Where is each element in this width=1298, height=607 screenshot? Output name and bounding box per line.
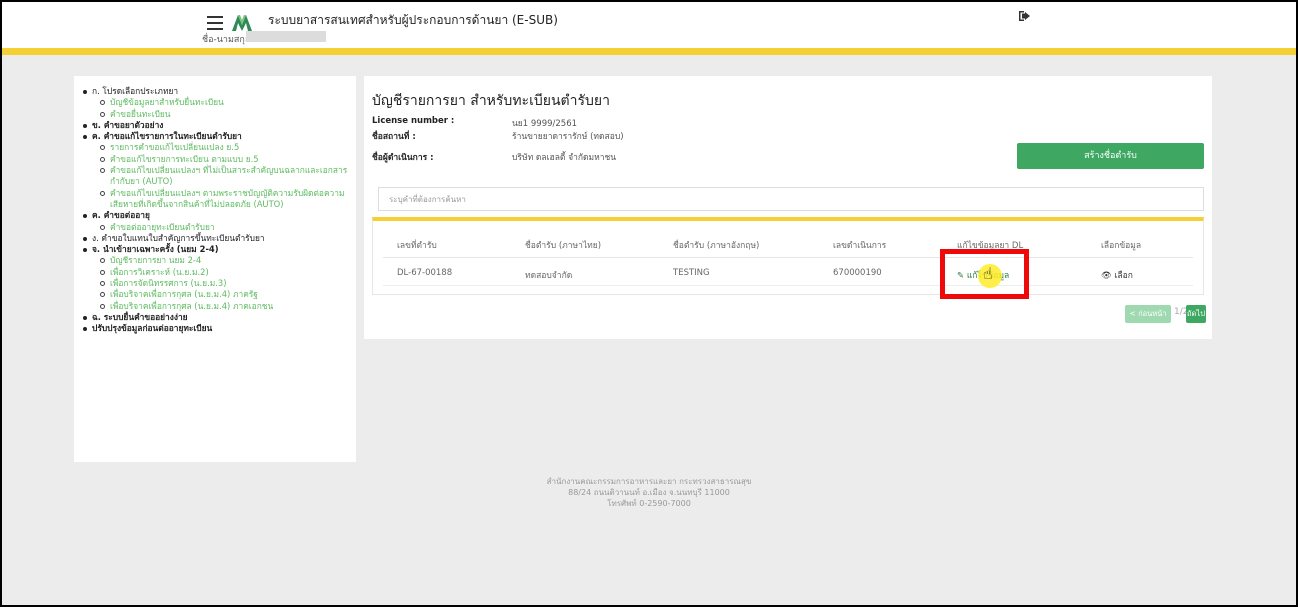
menu-toggle-icon[interactable] <box>207 16 223 30</box>
footer-address: 88/24 ถนนติวานนท์ อ.เมือง จ.นนทบุรี 1100… <box>568 488 730 497</box>
column-header-process-no: เลขดำเนินการ <box>833 241 887 251</box>
header-divider <box>383 257 1193 258</box>
operator-label: ชื่อผู้ดำเนินการ : <box>372 153 434 163</box>
sidebar-section-3: ข. คำขอยาตัวอย่าง <box>80 120 350 131</box>
recipe-table: เลขที่ตำรับ ชื่อตำรับ (ภาษาไทย) ชื่อตำรั… <box>372 217 1204 295</box>
footer: สำนักงานคณะกรรมการอาหารและยา กระทรวงสาธา… <box>2 476 1296 509</box>
user-name-redacted <box>246 31 326 42</box>
select-data-link[interactable]: 👁 เลือก <box>1101 268 1133 282</box>
place-value: ร้านขายยาดารารักษ์ (ทดสอบ) <box>512 132 624 142</box>
red-highlight-box <box>940 249 1029 299</box>
sidebar-section-0: ก. โปรดเลือกประเภทยา <box>80 86 350 97</box>
sidebar-item-13[interactable]: บัญชีรายการยา นยม 2-4 <box>80 255 350 266</box>
eye-icon: 👁 <box>1101 271 1112 281</box>
license-label: License number : <box>372 116 455 126</box>
operator-value: บริษัท ดลเฮลตี้ จำกัดมหาชน <box>512 153 617 163</box>
create-recipe-button[interactable]: สร้างชื่อตำรับ <box>1017 143 1204 169</box>
header-accent-bar <box>2 48 1296 55</box>
footer-org: สำนักงานคณะกรรมการอาหารและยา กระทรวงสาธา… <box>546 477 752 486</box>
sidebar-item-5[interactable]: รายการคำขอแก้ไขเปลี่ยนแปลง ย.5 <box>80 142 350 153</box>
user-name-label: ชื่อ-นามสกุล <box>202 35 251 45</box>
sidebar-item-17[interactable]: เพื่อบริจาคเพื่อการกุศล (น.ย.ม.4) ภาคเอก… <box>80 301 350 312</box>
sidebar-item-8[interactable]: คำขอแก้ไขเปลี่ยนแปลงฯ ตามพระราชบัญญัติคว… <box>80 188 350 211</box>
sidebar-item-1[interactable]: บัญชีข้อมูลยาสำหรับยื่นทะเบียน <box>80 97 350 108</box>
top-header: ระบบยาสารสนเทศสำหรับผู้ประกอบการด้านยา (… <box>2 2 1296 48</box>
sidebar-item-7[interactable]: คำขอแก้ไขเปลี่ยนแปลงฯ ที่ไม่เป็นสาระสำคั… <box>80 165 350 188</box>
logout-icon[interactable] <box>1018 10 1032 26</box>
sidebar-item-15[interactable]: เพื่อการจัดนิทรรศการ (น.ย.ม.3) <box>80 278 350 289</box>
select-data-label: เลือก <box>1114 271 1133 281</box>
sidebar-section-4: ค. คำขอแก้ไขรายการในทะเบียนตำรับยา <box>80 131 350 142</box>
column-header-select: เลือกข้อมูล <box>1101 241 1142 251</box>
sidebar-item-2[interactable]: คำขอยื่นทะเบียน <box>80 109 350 120</box>
place-label: ชื่อสถานที่ : <box>372 132 416 142</box>
app-title: ระบบยาสารสนเทศสำหรับผู้ประกอบการด้านยา (… <box>268 13 558 27</box>
search-input[interactable] <box>378 187 1204 211</box>
sidebar-item-6[interactable]: คำขอแก้ไขรายการทะเบียน ตามแบบ ย.5 <box>80 154 350 165</box>
column-header-name-en: ชื่อตำรับ (ภาษาอังกฤษ) <box>673 241 760 251</box>
main-content-panel: บัญชีรายการยา สำหรับทะเบียนตำรับยา Licen… <box>364 76 1212 339</box>
cell-process-no: 670000190 <box>833 268 882 278</box>
column-header-name-th: ชื่อตำรับ (ภาษาไทย) <box>525 241 602 251</box>
sidebar-section-9: ค. คำขอต่ออายุ <box>80 210 350 221</box>
sidebar-section-11: ง. คำขอใบแทนใบสำคัญการขึ้นทะเบียนตำรับยา <box>80 233 350 244</box>
sidebar-section-19: ปรับปรุงข้อมูลก่อนต่ออายุทะเบียน <box>80 323 350 334</box>
cell-name-th: ทดสอบจำกัด <box>525 271 573 281</box>
cell-recipe-no: DL-67-00188 <box>397 268 453 278</box>
sidebar-menu: ก. โปรดเลือกประเภทยา บัญชีข้อมูลยาสำหรับย… <box>74 76 356 462</box>
prev-page-button[interactable]: < ก่อนหน้า <box>1125 305 1171 323</box>
sidebar-item-16[interactable]: เพื่อบริจาคเพื่อการกุศล (น.ย.ม.4) ภาครัฐ <box>80 289 350 300</box>
sidebar-section-18: ฉ. ระบบยื่นคำขออย่างง่าย <box>80 312 350 323</box>
sidebar-item-10[interactable]: คำขอต่ออายุทะเบียนตำรับยา <box>80 222 350 233</box>
sidebar-section-12: จ. นำเข้ายาเฉพาะครั้ง (นยม 2-4) <box>80 244 350 255</box>
app-window: ระบบยาสารสนเทศสำหรับผู้ประกอบการด้านยา (… <box>2 2 1296 605</box>
next-page-button[interactable]: ถัดไป > <box>1186 305 1206 336</box>
footer-phone: โทรศัพท์ 0-2590-7000 <box>607 499 691 508</box>
cell-name-en: TESTING <box>673 268 710 278</box>
row-divider <box>383 285 1193 286</box>
license-value: นย1 9999/2561 <box>512 119 578 129</box>
column-header-recipe-no: เลขที่ตำรับ <box>397 241 437 251</box>
page-title: บัญชีรายการยา สำหรับทะเบียนตำรับยา <box>372 93 610 109</box>
sidebar-item-14[interactable]: เพื่อการวิเคราะห์ (น.ย.ม.2) <box>80 267 350 278</box>
